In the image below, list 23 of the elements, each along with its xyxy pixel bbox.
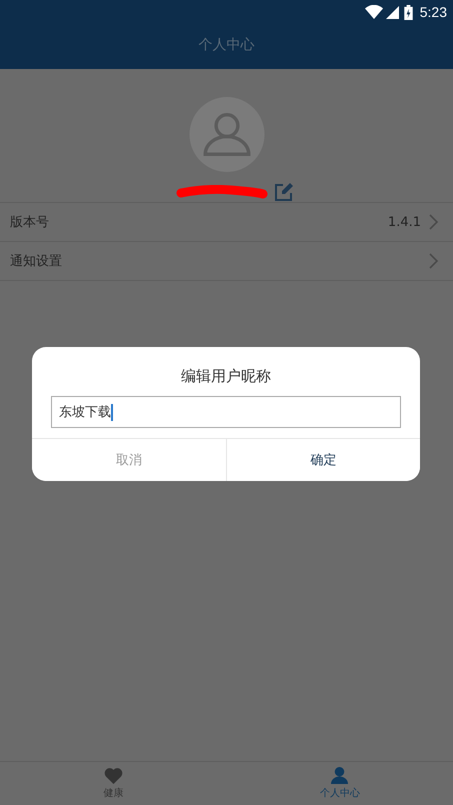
heart-icon <box>104 767 123 784</box>
edit-icon[interactable] <box>274 182 294 202</box>
nav-tab[interactable]: 健康 <box>0 762 226 805</box>
person-icon <box>330 767 350 784</box>
row-value: 1.4.1 <box>388 214 421 230</box>
tab-label: 个人中心 <box>320 786 360 800</box>
settings-row[interactable]: 版本号 1.4.1 <box>0 203 453 242</box>
battery-icon <box>404 4 413 20</box>
page-title: 个人中心 <box>198 36 254 54</box>
avatar-icon[interactable] <box>188 97 264 172</box>
nickname-field[interactable]: 东坡下载 <box>51 396 401 428</box>
chevron-icon <box>429 214 439 230</box>
signal-icon <box>386 6 399 18</box>
wifi-icon <box>364 5 383 19</box>
tab-label: 健康 <box>103 786 124 800</box>
status-time: 5:23 <box>420 4 447 20</box>
nav-tab[interactable]: 个人中心 <box>226 762 453 805</box>
cancel-button[interactable]: 取消 <box>32 439 226 481</box>
row-label: 通知设置 <box>10 253 63 270</box>
dialog-title: 编辑用户昵称 <box>181 367 271 386</box>
settings-row[interactable]: 通知设置 <box>0 242 453 281</box>
chevron-icon <box>429 253 439 269</box>
row-label: 版本号 <box>10 214 50 231</box>
